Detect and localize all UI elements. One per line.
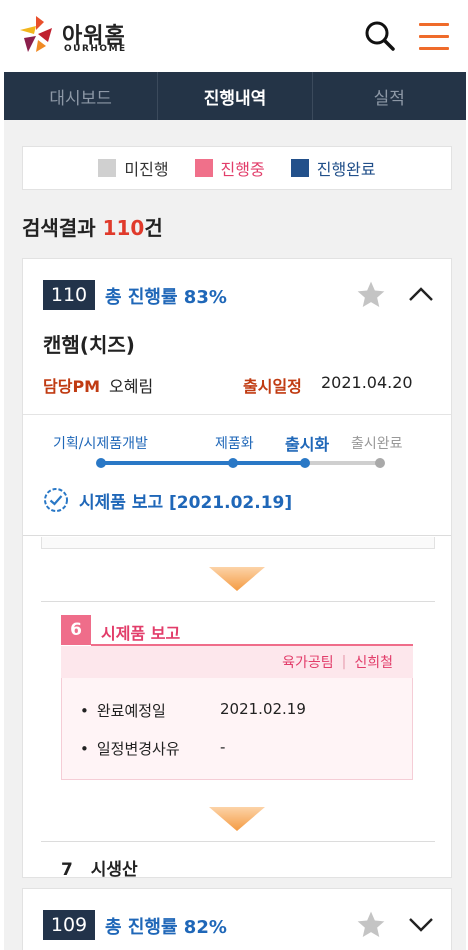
info-row-due-date: 완료예정일 2021.02.19 bbox=[80, 700, 306, 721]
legend-label: 진행중 bbox=[220, 160, 265, 179]
stage-title: 시제품 보고 bbox=[101, 624, 181, 643]
pm-label: 담당PM bbox=[43, 377, 101, 396]
chevron-down-icon bbox=[409, 918, 433, 932]
progress-value: 82% bbox=[183, 917, 227, 938]
divider bbox=[23, 535, 451, 536]
info-key: 완료예정일 bbox=[80, 700, 220, 721]
ourhome-logo[interactable]: 아워홈 OURHOME bbox=[14, 12, 134, 60]
progress-label: 총 진행률 bbox=[105, 287, 178, 308]
stage-info: 완료예정일 2021.02.19 일정변경사유 - bbox=[61, 678, 413, 780]
legend-item-in-progress: 진행중 bbox=[194, 156, 265, 180]
info-value: - bbox=[220, 738, 226, 756]
step-dot bbox=[300, 458, 310, 468]
assignee-person: 신희철 bbox=[354, 655, 393, 671]
hamburger-menu-icon bbox=[419, 23, 449, 26]
divider bbox=[23, 414, 451, 415]
step-dot bbox=[375, 458, 385, 468]
step-label-productization: 제품화 bbox=[215, 436, 254, 452]
app-header: 아워홈 OURHOME bbox=[0, 0, 468, 72]
release-label: 출시일정 bbox=[243, 377, 302, 396]
progress-track-fill bbox=[99, 461, 305, 465]
status-legend: 미진행 진행중 진행완료 bbox=[22, 146, 452, 190]
legend-label: 미진행 bbox=[124, 160, 169, 179]
project-id-badge: 110 bbox=[43, 280, 95, 310]
star-icon bbox=[357, 281, 385, 307]
next-stage-title: 시생산 bbox=[90, 860, 138, 878]
result-prefix: 검색결과 bbox=[22, 216, 96, 240]
hamburger-menu-icon bbox=[419, 35, 449, 38]
assignee-team: 육가공팀 bbox=[282, 655, 334, 671]
project-card: 110 총 진행률 83% 캔햄(치즈) 담당PM 오혜림 출시일정 2021.… bbox=[22, 258, 452, 878]
hamburger-menu-icon bbox=[419, 47, 449, 50]
collapse-button[interactable] bbox=[407, 283, 435, 309]
ourhome-logo-mark-icon bbox=[20, 16, 52, 52]
expand-button[interactable] bbox=[407, 913, 435, 939]
progress-label: 총 진행률 bbox=[105, 917, 178, 938]
step-dot bbox=[96, 458, 106, 468]
stage-assignees: 육가공팀 | 신희철 bbox=[61, 646, 413, 678]
progress-steps: 기획/시제품개발 제품화 출시화 출시완료 bbox=[23, 429, 451, 469]
result-suffix: 건 bbox=[144, 216, 163, 240]
total-progress: 총 진행률 82% bbox=[105, 913, 227, 939]
search-icon bbox=[365, 21, 395, 51]
step-label-launch-complete: 출시완료 bbox=[351, 436, 403, 452]
tab-performance[interactable]: 실적 bbox=[313, 72, 466, 120]
info-key: 일정변경사유 bbox=[80, 738, 220, 759]
project-id-badge: 109 bbox=[43, 910, 95, 940]
divider bbox=[41, 601, 435, 602]
status-text: 시제품 보고 [2021.02.19] bbox=[79, 492, 293, 513]
legend-swatch bbox=[194, 159, 213, 177]
pm-value: 오혜림 bbox=[109, 377, 154, 396]
separator: | bbox=[341, 654, 347, 670]
legend-swatch bbox=[98, 159, 117, 177]
project-name: 캔햄(치즈) bbox=[43, 333, 135, 357]
step-label-planning: 기획/시제품개발 bbox=[53, 436, 148, 452]
next-stage-number: 7 bbox=[61, 860, 73, 878]
legend-label: 진행완료 bbox=[316, 160, 376, 179]
arrow-down-icon bbox=[209, 567, 265, 591]
check-circle-icon bbox=[44, 488, 68, 512]
current-status: 시제품 보고 [2021.02.19] bbox=[43, 487, 292, 513]
next-stage: 7 시생산 bbox=[61, 855, 138, 878]
stage-number-badge: 6 bbox=[61, 615, 91, 645]
search-result-count: 검색결과 110건 bbox=[22, 212, 163, 241]
info-row-change-reason: 일정변경사유 - bbox=[80, 738, 226, 759]
main-nav-tabs: 대시보드 진행내역 실적 bbox=[4, 72, 466, 120]
divider bbox=[41, 841, 435, 842]
search-button[interactable] bbox=[362, 18, 398, 54]
progress-value: 83% bbox=[183, 287, 227, 308]
legend-item-not-started: 미진행 bbox=[98, 156, 169, 180]
step-dot bbox=[228, 458, 238, 468]
scroll-panel-edge bbox=[41, 537, 435, 549]
tab-dashboard[interactable]: 대시보드 bbox=[4, 72, 159, 120]
step-label-launch: 출시화 bbox=[285, 435, 330, 454]
legend-swatch bbox=[290, 159, 309, 177]
favorite-button[interactable] bbox=[355, 909, 387, 945]
tab-progress-history[interactable]: 진행내역 bbox=[158, 72, 313, 120]
menu-button[interactable] bbox=[416, 20, 452, 54]
chevron-up-icon bbox=[409, 287, 433, 301]
arrow-down-icon bbox=[209, 807, 265, 831]
result-count-number: 110 bbox=[102, 216, 145, 240]
logo-text-en: OURHOME bbox=[64, 44, 127, 54]
info-value: 2021.02.19 bbox=[220, 700, 306, 718]
total-progress: 총 진행률 83% bbox=[105, 283, 227, 309]
project-card: 109 총 진행률 82% bbox=[22, 888, 452, 950]
star-icon bbox=[357, 911, 385, 937]
release-date: 2021.04.20 bbox=[321, 373, 413, 392]
favorite-button[interactable] bbox=[355, 279, 387, 315]
legend-item-completed: 진행완료 bbox=[290, 156, 376, 180]
